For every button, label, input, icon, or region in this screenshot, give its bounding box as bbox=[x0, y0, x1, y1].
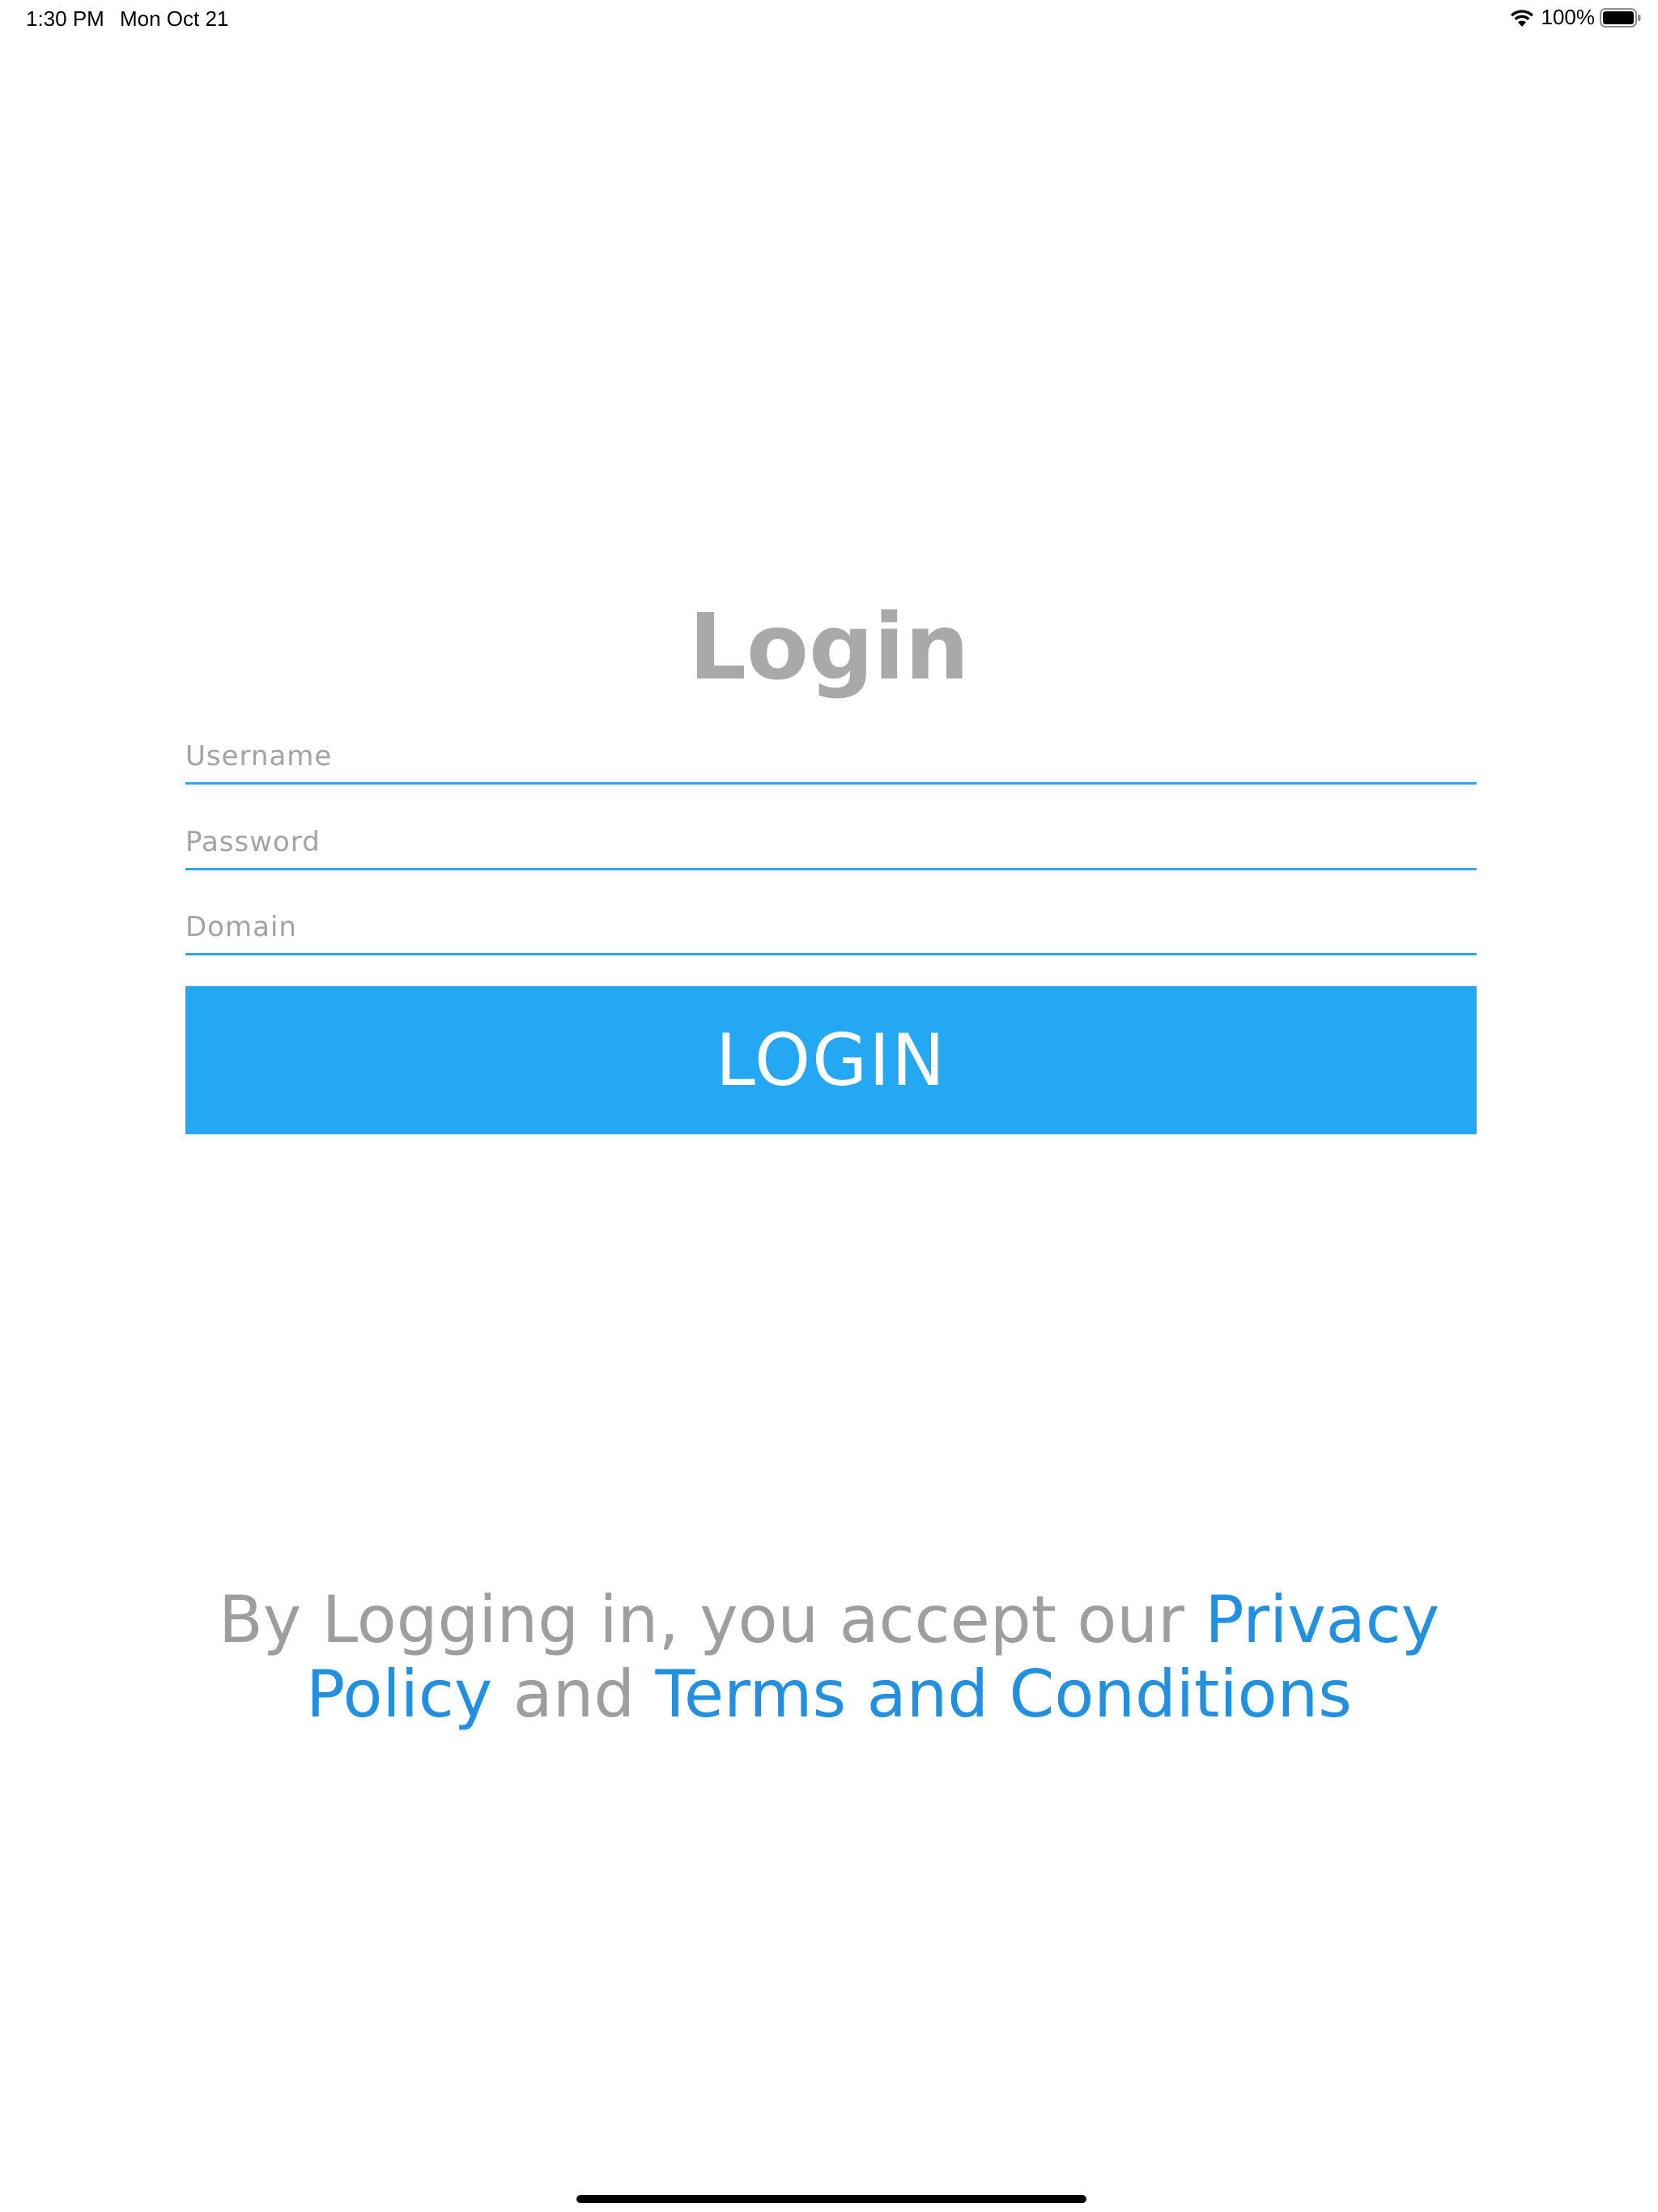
status-time: 1:30 PM bbox=[26, 6, 104, 31]
domain-input[interactable] bbox=[185, 904, 1477, 950]
legal-text: By Logging in, you accept our Privacy Po… bbox=[162, 1583, 1496, 1732]
username-input[interactable] bbox=[185, 734, 1477, 779]
status-date: Mon Oct 21 bbox=[120, 6, 229, 31]
domain-field bbox=[185, 891, 1477, 955]
legal-prefix: By Logging in, you accept our bbox=[218, 1582, 1205, 1657]
battery-icon bbox=[1600, 7, 1641, 28]
username-field bbox=[185, 721, 1477, 785]
login-button[interactable]: LOGIN bbox=[185, 986, 1477, 1134]
login-title: Login bbox=[688, 595, 970, 700]
status-bar: 1:30 PM Mon Oct 21 100% bbox=[0, 0, 1658, 39]
legal-conjunction: and bbox=[492, 1657, 656, 1732]
password-input[interactable] bbox=[185, 819, 1477, 865]
wifi-icon bbox=[1510, 9, 1533, 27]
battery-percent: 100% bbox=[1541, 5, 1596, 29]
home-indicator[interactable] bbox=[576, 2195, 1086, 2203]
terms-link[interactable]: Terms and Conditions bbox=[656, 1657, 1352, 1732]
password-field bbox=[185, 806, 1477, 870]
status-indicators: 100% bbox=[1509, 5, 1643, 30]
